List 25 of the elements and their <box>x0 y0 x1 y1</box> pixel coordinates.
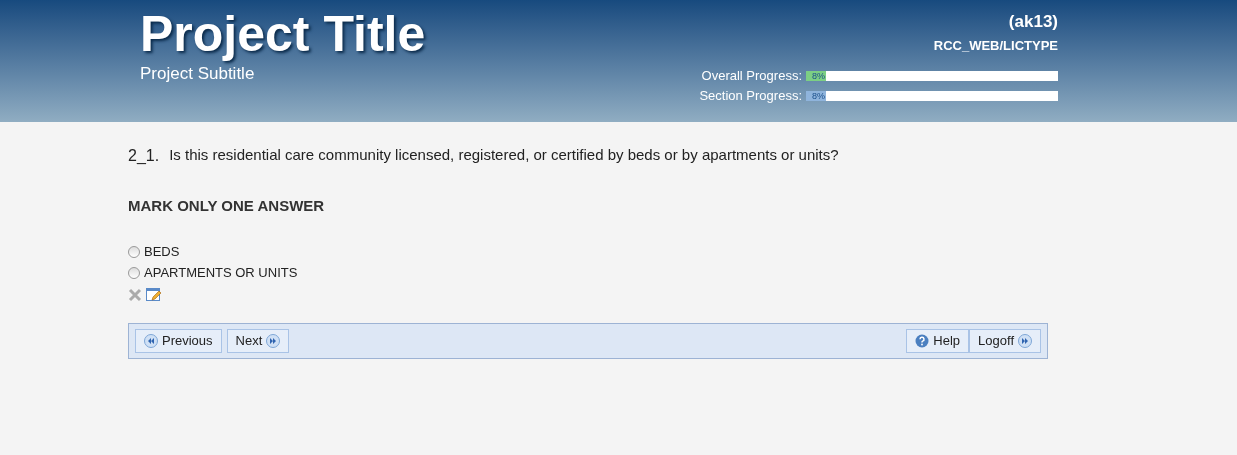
radio-option[interactable]: BEDS <box>128 242 1237 261</box>
help-icon <box>915 333 930 348</box>
progress-label: Overall Progress: <box>701 66 802 85</box>
radio-button[interactable] <box>128 266 140 279</box>
radio-option[interactable]: APARTMENTS OR UNITS <box>128 263 1237 282</box>
help-button[interactable]: Help <box>906 328 970 353</box>
fast-forward-icon <box>1018 333 1032 348</box>
next-button[interactable]: Logoff <box>969 328 1041 353</box>
user-id: (ak13) <box>1008 12 1058 32</box>
project-subtitle: Project Subtitle <box>140 64 256 84</box>
clear-icon[interactable] <box>128 287 142 302</box>
progress-reading: 8% <box>812 69 825 83</box>
progress-reading: 8% <box>812 89 825 103</box>
radio-button[interactable] <box>128 245 140 258</box>
rewind-icon <box>144 333 158 348</box>
fast-forward-icon <box>266 333 281 348</box>
section-code: RCC_WEB/LICTYPE <box>933 37 1058 55</box>
next-button[interactable]: Next <box>226 328 290 353</box>
progress-label: Section Progress: <box>699 86 802 105</box>
instruction: MARK ONLY ONE ANSWER <box>128 196 326 216</box>
previous-button[interactable]: Previous <box>135 328 222 353</box>
question-number: 2_1. <box>128 146 160 166</box>
edit-note-icon[interactable] <box>146 286 162 303</box>
question-text: Is this residential care community licensed, registered, or certified by beds or by apartments or units? <box>169 145 839 165</box>
project-title: Project Title <box>140 5 426 64</box>
